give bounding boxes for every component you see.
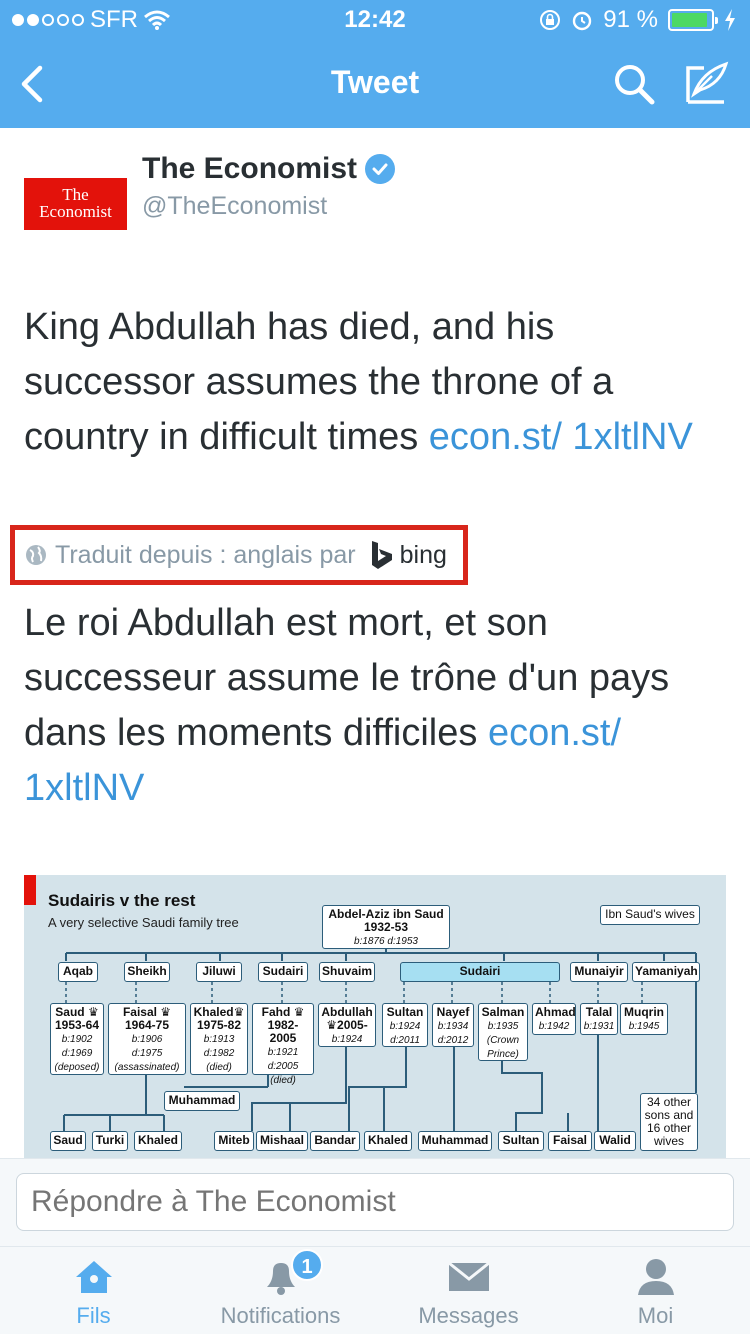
top-bar: SFR 12:42 91 % Tweet (0, 0, 750, 128)
author-block[interactable]: The Economist @TheEconomist (142, 152, 396, 221)
grandson-box: Khaled (134, 1131, 182, 1151)
notification-badge: 1 (291, 1249, 323, 1281)
grandson-box: Khaled (364, 1131, 412, 1151)
son-box: Sultan b:1924 d:2011 (382, 1003, 428, 1047)
grandson-box: Sultan (498, 1131, 544, 1151)
wife-box: Jiluwi (196, 962, 242, 982)
translation-attribution[interactable]: Traduit depuis : anglais par bing (10, 525, 468, 585)
home-icon (75, 1261, 112, 1293)
verified-badge-icon (365, 154, 396, 184)
son-box: Abdullah ♛2005- b:1924 (318, 1003, 376, 1047)
author-name[interactable]: The Economist (142, 152, 357, 186)
grandson-box: Turki (92, 1131, 128, 1151)
grandson-box: Muhammad (418, 1131, 492, 1151)
reply-input[interactable] (16, 1173, 734, 1231)
status-bar: SFR 12:42 91 % (0, 0, 750, 40)
tab-label: Moi (637, 1303, 674, 1328)
wife-box: Yamaniyah (632, 962, 700, 982)
other-sons-note: 34 other sons and 16 other wives (640, 1093, 698, 1151)
tab-label: Fils (76, 1303, 111, 1328)
wife-box: Shuvaim (319, 962, 375, 982)
grandson-box: Walid (594, 1131, 636, 1151)
author-handle[interactable]: @TheEconomist (142, 192, 395, 221)
globe-icon (26, 545, 46, 565)
tab-label: Notifications (220, 1303, 341, 1328)
wife-box: Sudairi (258, 962, 308, 982)
reply-bar (0, 1158, 750, 1246)
battery-icon (668, 9, 718, 31)
translated-text: Le roi Abdullah est mort, et son success… (24, 602, 670, 809)
wife-box: Munaiyir (570, 962, 628, 982)
son-box: Muqrin b:1945 (620, 1003, 668, 1035)
tweet-link[interactable]: econ.st/ 1xltlNV (429, 416, 693, 458)
son-box: Talal b:1931 (580, 1003, 618, 1035)
tab-profile[interactable]: Moi (562, 1247, 749, 1334)
wife-box: Aqab (58, 962, 98, 982)
economist-logo[interactable]: The Economist (24, 178, 127, 230)
grandson-box: Mishaal (256, 1131, 308, 1151)
grandson-box: Miteb (214, 1131, 254, 1151)
tab-notifications[interactable]: 1 Notifications (187, 1247, 374, 1334)
son-box: Khaled♛ 1975-82 b:1913 d:1982 (died) (190, 1003, 248, 1075)
tab-bar: Fils 1 Notifications Messages Moi (0, 1246, 750, 1334)
tab-messages[interactable]: Messages (375, 1247, 562, 1334)
search-icon[interactable] (612, 62, 656, 106)
wife-box: Sudairi (400, 962, 560, 982)
translation-provider: bing (399, 540, 447, 569)
person-icon (637, 1259, 674, 1295)
envelope-icon (447, 1261, 490, 1291)
compose-tweet-icon[interactable] (684, 60, 730, 106)
alarm-icon (573, 11, 592, 31)
tab-home[interactable]: Fils (0, 1247, 187, 1334)
charging-icon (725, 9, 735, 31)
son-box: Nayef b:1934 d:2012 (432, 1003, 474, 1047)
grandson-box: Faisal (548, 1131, 592, 1151)
legend-wives: Ibn Saud's wives (600, 905, 700, 925)
grandson-box: Muhammad (164, 1091, 240, 1111)
root-ancestor-box: Abdel-Aziz ibn Saud 1932-53 b:1876 d:1953 (322, 905, 450, 949)
son-box: Faisal ♛ 1964-75 b:1906 d:1975 (assassinated… (108, 1003, 186, 1075)
grandson-box: Bandar (310, 1131, 360, 1151)
bing-logo-icon (371, 541, 392, 569)
wife-box: Sheikh (124, 962, 170, 982)
son-box: Salman b:1935 (Crown Prince) (478, 1003, 528, 1061)
tab-label: Messages (418, 1303, 519, 1328)
translation-label: Traduit depuis : anglais par (55, 540, 356, 569)
tweet-text: King Abdullah has died, and his successo… (24, 306, 693, 458)
tweet-image[interactable]: Sudairis v the rest A very selective Sau… (24, 875, 726, 1160)
battery-percent: 91 % (603, 6, 658, 33)
son-box: Ahmad b:1942 (532, 1003, 576, 1035)
nav-bar: Tweet (0, 40, 750, 128)
grandson-box: Saud (50, 1131, 86, 1151)
rotation-lock-icon (540, 10, 561, 30)
son-box: Fahd ♛ 1982-2005 b:1921 d:2005 (died) (252, 1003, 314, 1086)
son-box: Saud ♛ 1953-64 b:1902 d:1969 (deposed) (50, 1003, 104, 1075)
